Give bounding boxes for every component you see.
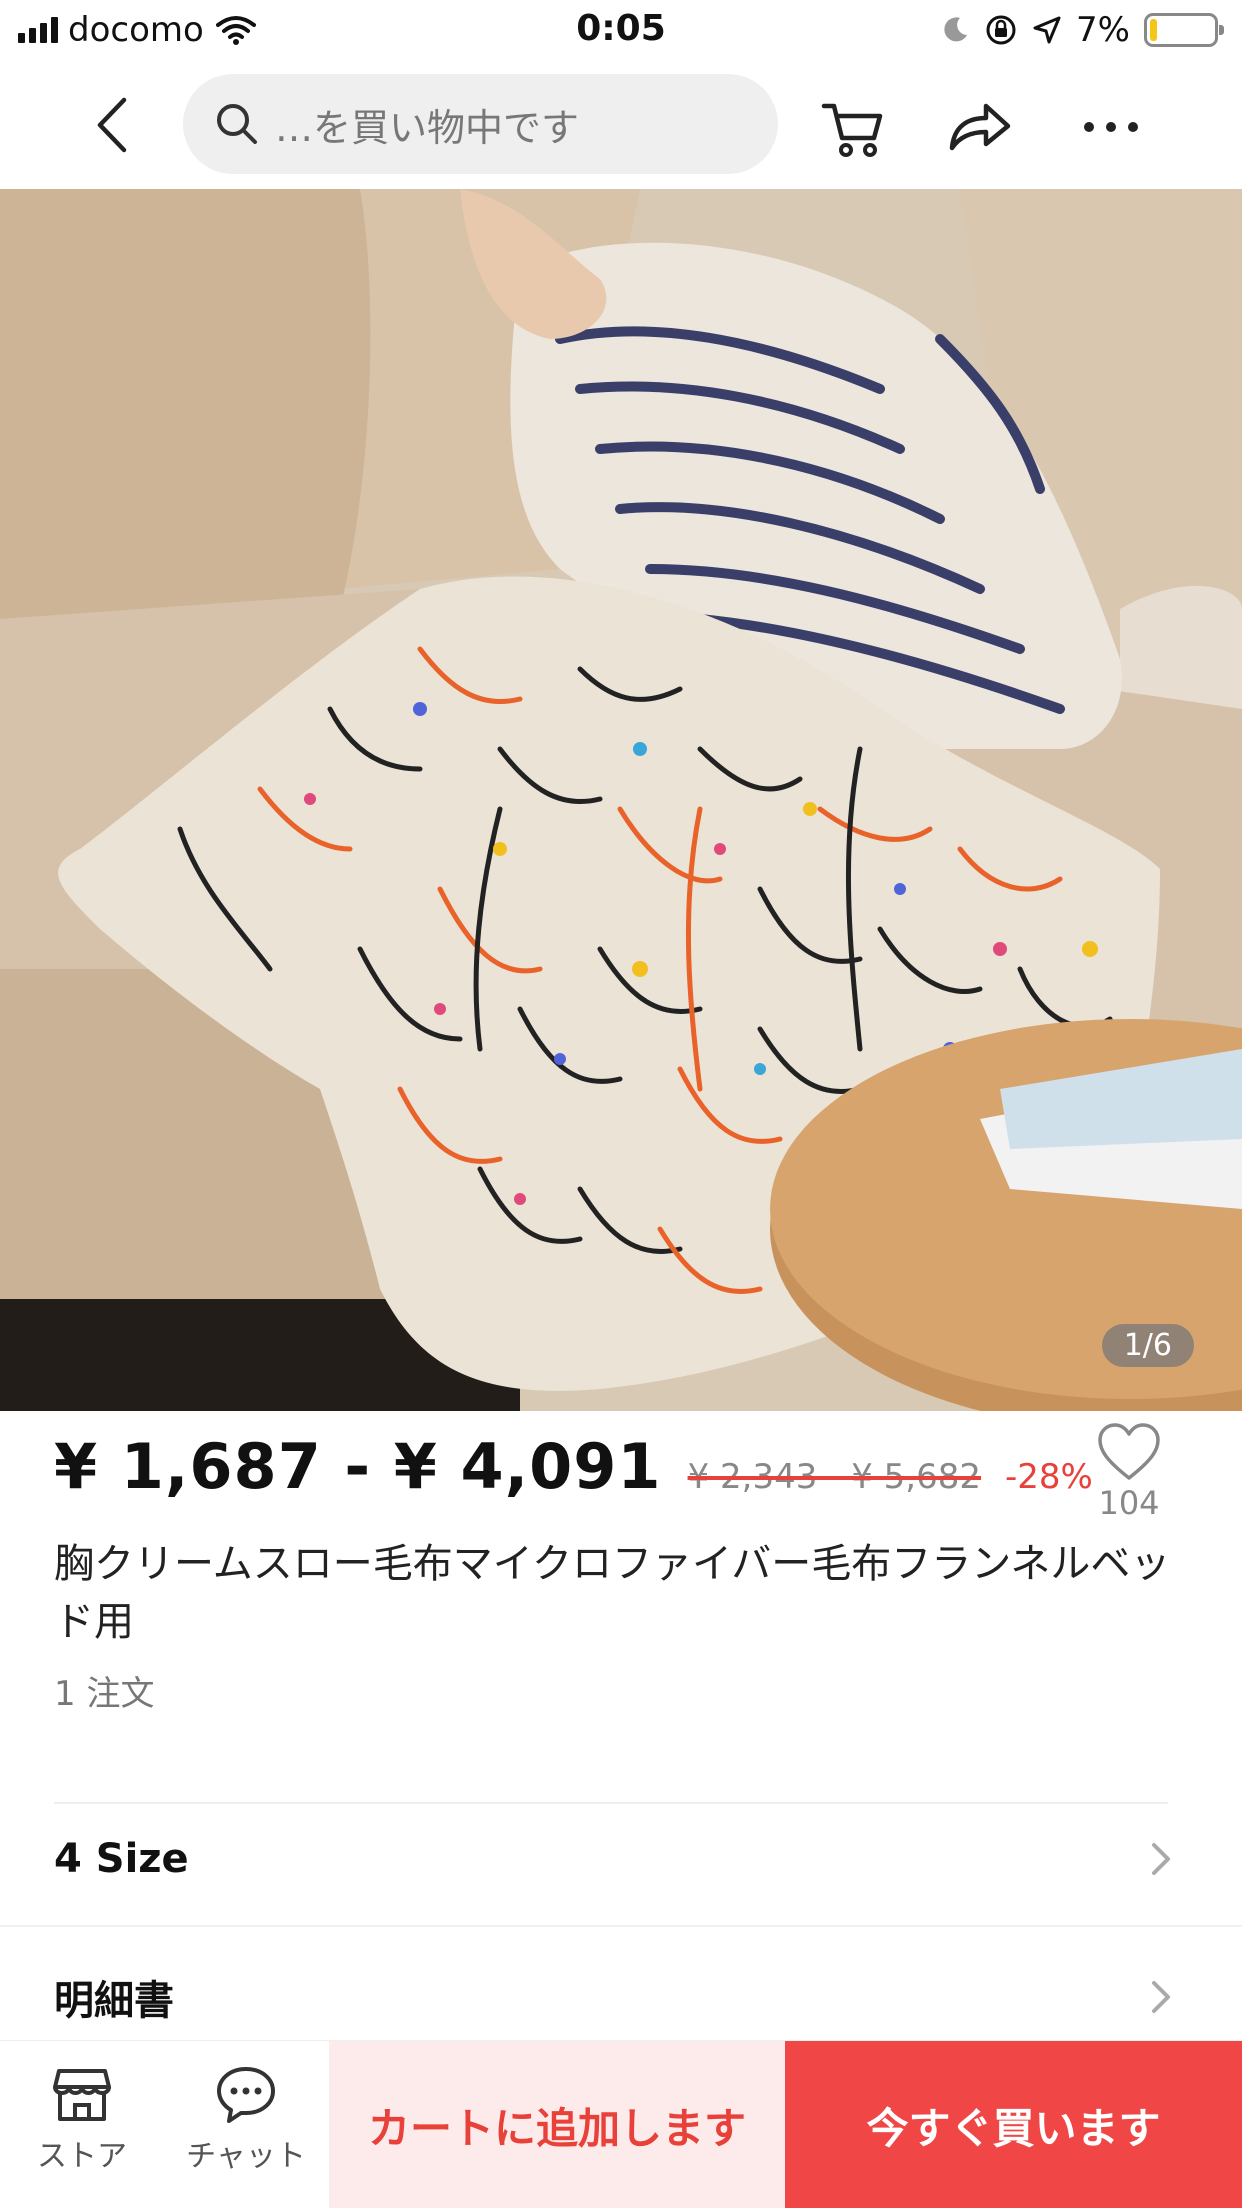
specification-label: 明細書 [54, 1978, 174, 2024]
battery-fill [1150, 19, 1158, 41]
search-input[interactable]: …を買い物中です [183, 74, 778, 174]
cart-icon[interactable] [818, 92, 888, 162]
back-chevron-icon[interactable] [80, 90, 150, 160]
search-placeholder: …を買い物中です [275, 105, 580, 150]
order-count: 1 注文 [54, 1674, 155, 1714]
buy-now-button[interactable]: 今すぐ買います [785, 2041, 1242, 2208]
store-label: ストア [37, 2139, 127, 2174]
original-price: ¥ 2,343 - ¥ 5,682 [687, 1457, 982, 1497]
chat-label: チャット [186, 2139, 306, 2174]
search-icon [217, 104, 257, 144]
battery-icon [1144, 13, 1224, 47]
chevron-right-icon [1152, 1843, 1170, 1875]
discount-badge: -28% [1005, 1457, 1093, 1497]
battery-percent: 7% [1076, 10, 1130, 50]
image-counter: 1/6 [1101, 1324, 1194, 1367]
status-right: 7% [940, 10, 1224, 50]
size-selector-row[interactable]: 4 Size [0, 1804, 1242, 1914]
bottom-action-bar: ストア チャット カートに追加します 今すぐ買います [0, 2040, 1242, 2208]
orientation-lock-icon [986, 15, 1016, 45]
chat-tab[interactable]: チャット [176, 2063, 316, 2175]
share-icon[interactable] [944, 92, 1014, 162]
divider [0, 1925, 1242, 1927]
more-icon[interactable] [1076, 92, 1146, 162]
add-to-cart-button[interactable]: カートに追加します [329, 2041, 785, 2208]
status-bar: docomo 0:05 7% [0, 0, 1242, 62]
product-photo [0, 189, 1242, 1411]
specification-row[interactable]: 明細書 [0, 1944, 1242, 2050]
wishlist-count: 104 [1098, 1484, 1160, 1522]
size-label: 4 Size [54, 1836, 189, 1882]
store-tab[interactable]: ストア [12, 2063, 152, 2175]
wishlist-button[interactable]: 104 [1094, 1422, 1164, 1522]
product-image-gallery[interactable]: 1/6 [0, 189, 1242, 1411]
chevron-right-icon [1152, 1981, 1170, 2013]
moon-icon [944, 17, 968, 42]
heart-icon [1098, 1423, 1160, 1480]
store-icon [53, 2069, 111, 2121]
product-title: 胸クリームスロー毛布マイクロファイバー毛布フランネルベッド用 [54, 1541, 1171, 1645]
location-arrow-icon [1033, 16, 1061, 44]
chat-icon [217, 2067, 275, 2123]
price-range: ¥ 1,687 - ¥ 4,091 [54, 1430, 662, 1503]
top-nav-bar: …を買い物中です [0, 62, 1242, 189]
price-row: ¥ 1,687 - ¥ 4,091 ¥ 2,343 - ¥ 5,682 -28% [54, 1430, 1093, 1510]
